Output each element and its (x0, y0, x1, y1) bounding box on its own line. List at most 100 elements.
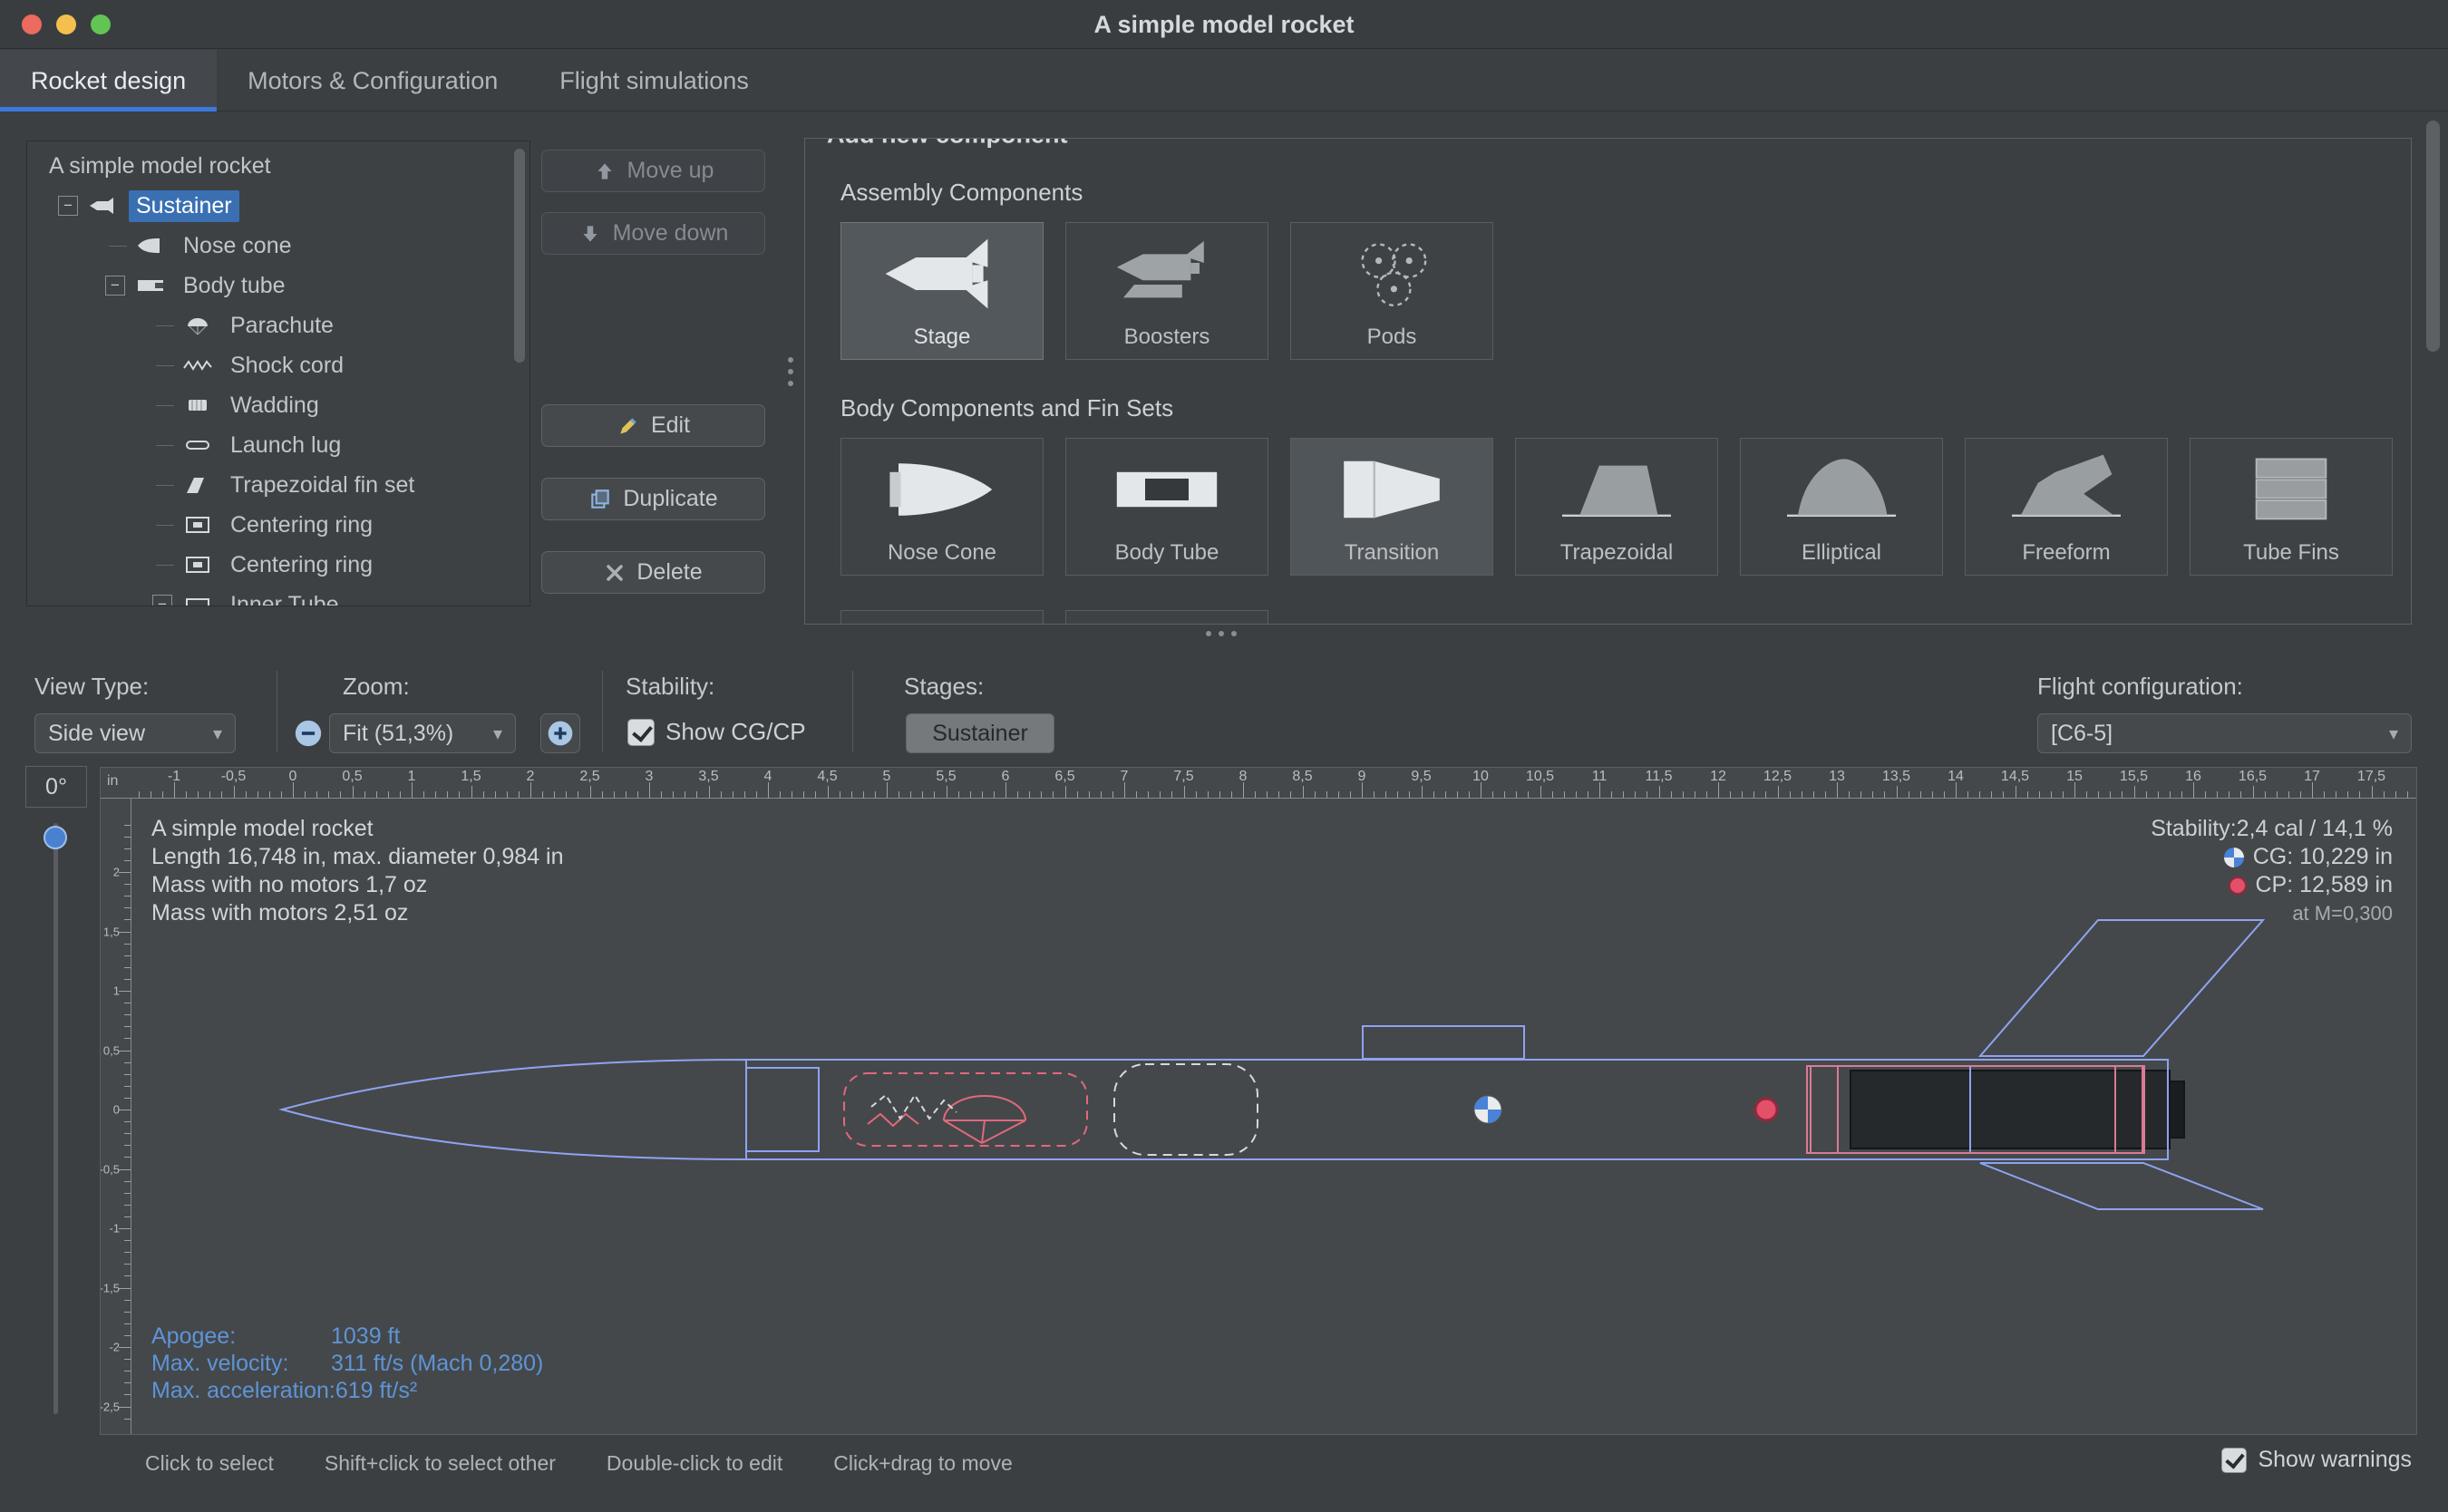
flight-info: Apogee: 1039 ft Max. velocity: 311 ft/s … (151, 1323, 543, 1404)
view-type-value: Side view (48, 721, 145, 747)
move-up-button[interactable]: Move up (541, 150, 765, 192)
tree-scrollbar[interactable] (514, 145, 527, 598)
add-tube-fins-button[interactable]: Tube Fins (2190, 438, 2393, 576)
rotation-slider[interactable] (53, 823, 58, 1414)
centeringring-icon (180, 514, 216, 536)
tree-item-sustainer[interactable]: −Sustainer (27, 186, 529, 226)
tree-item-inner-tube[interactable]: −Inner Tube (27, 585, 529, 606)
duplicate-label: Duplicate (623, 486, 717, 512)
stages-label: Stages: (904, 673, 984, 701)
tree-connector (156, 405, 174, 406)
add-component-button-clipped[interactable] (1065, 610, 1268, 625)
tree-item-trapezoidal-fin-set[interactable]: Trapezoidal fin set (27, 465, 529, 505)
zoom-select[interactable]: Fit (51,3%) ▾ (329, 713, 516, 753)
expander-icon[interactable]: − (105, 276, 125, 296)
delete-button[interactable]: Delete (541, 551, 765, 594)
show-cgcp-checkbox[interactable]: Show CG/CP (627, 718, 806, 746)
zoom-label: Zoom: (343, 673, 410, 701)
launchlug-icon (180, 434, 216, 456)
motor-shape (1851, 1071, 2170, 1149)
panel-scrollbar-thumb[interactable] (2426, 121, 2440, 352)
view-type-label: View Type: (34, 673, 149, 701)
tree-item-shock-cord[interactable]: Shock cord (27, 345, 529, 385)
splitter-handle-horizontal[interactable] (1206, 631, 1237, 636)
window-title: A simple model rocket (0, 0, 2448, 49)
component-button-label: Stage (914, 325, 971, 350)
splitter-handle-vertical[interactable] (788, 357, 793, 386)
add-component-panel: Add new component Assembly ComponentsSta… (804, 138, 2412, 625)
checkbox-checked-icon (2221, 1448, 2247, 1473)
rotation-slider-thumb[interactable] (44, 826, 67, 849)
status-hint: Click+drag to move (833, 1451, 1013, 1476)
add-body-tube-button[interactable]: Body Tube (1065, 438, 1268, 576)
add-elliptical-button[interactable]: Elliptical (1740, 438, 1943, 576)
tree-item-label: Launch lug (223, 430, 348, 461)
tree-item-wadding[interactable]: Wadding (27, 385, 529, 425)
tree-item-parachute[interactable]: Parachute (27, 305, 529, 345)
add-boosters-button[interactable]: Boosters (1065, 222, 1268, 360)
shockcord-icon (180, 354, 216, 376)
apogee-value: 1039 ft (331, 1323, 400, 1350)
tab-rocket-design[interactable]: Rocket design (0, 50, 217, 111)
tree-item-label: A simple model rocket (42, 150, 278, 182)
toolbar-separator (852, 671, 853, 752)
duplicate-button[interactable]: Duplicate (541, 478, 765, 520)
tree-item-label: Shock cord (223, 350, 351, 382)
bodytube-icon (132, 275, 169, 296)
centering-ring-outline (1811, 1066, 1838, 1153)
edit-button[interactable]: Edit (541, 404, 765, 447)
tree-item-label: Centering ring (223, 549, 380, 581)
zoom-in-button[interactable] (540, 713, 580, 753)
parachute-outline (844, 1073, 1087, 1146)
tree-item-body-tube[interactable]: −Body tube (27, 266, 529, 305)
pencil-icon (617, 414, 640, 438)
stability-label: Stability: (626, 673, 714, 701)
expander-icon[interactable]: − (152, 595, 172, 606)
add-freeform-button[interactable]: Freeform (1965, 438, 2168, 576)
zoom-out-button[interactable] (292, 718, 325, 751)
chevron-down-icon: ▾ (493, 722, 502, 745)
tree-item-launch-lug[interactable]: Launch lug (27, 425, 529, 465)
view-type-select[interactable]: Side view ▾ (34, 713, 236, 753)
tree-scrollbar-thumb[interactable] (514, 149, 525, 363)
tree-item-nose-cone[interactable]: Nose cone (27, 226, 529, 266)
component-button-row: Nose Cone Body Tube TransitionTrapezoidalE… (840, 438, 2411, 576)
add-trapezoidal-button[interactable]: Trapezoidal (1515, 438, 1718, 576)
finset-icon (180, 474, 216, 496)
tree-item-a-simple-model-rocket[interactable]: A simple model rocket (27, 146, 529, 186)
nose-shoulder-outline (746, 1068, 819, 1151)
flight-config-select[interactable]: [C6-5] ▾ (2037, 713, 2412, 753)
tab-flight-simulations[interactable]: Flight simulations (529, 50, 780, 111)
stage-sustainer-toggle[interactable]: Sustainer (906, 713, 1054, 753)
delete-label: Delete (636, 559, 702, 586)
tree-item-centering-ring[interactable]: Centering ring (27, 545, 529, 585)
parachute-canopy (944, 1096, 1025, 1120)
fin-elliptical-icon (1773, 439, 1909, 540)
component-button-label: Body Tube (1115, 540, 1219, 566)
expander-icon[interactable]: − (58, 196, 78, 216)
plus-circle-icon (546, 719, 575, 748)
velocity-label: Max. velocity: (151, 1350, 331, 1377)
chevron-down-icon: ▾ (213, 722, 222, 745)
acceleration-label: Max. acceleration: (151, 1377, 335, 1404)
toolbar-separator (602, 671, 603, 752)
apogee-label: Apogee: (151, 1323, 331, 1350)
panel-scrollbar[interactable] (2426, 116, 2443, 625)
parachute-icon (180, 315, 216, 336)
add-nose-cone-button[interactable]: Nose Cone (840, 438, 1044, 576)
rocket-canvas[interactable]: in -1-0,500,511,522,533,544,555,566,577,… (100, 767, 2417, 1435)
tree-item-centering-ring[interactable]: Centering ring (27, 505, 529, 545)
add-transition-button[interactable]: Transition (1290, 438, 1493, 576)
minus-circle-icon (293, 718, 324, 749)
move-down-button[interactable]: Move down (541, 212, 765, 255)
add-stage-button[interactable]: Stage (840, 222, 1044, 360)
tab-motors-configuration[interactable]: Motors & Configuration (217, 50, 529, 111)
show-warnings-checkbox[interactable]: Show warnings (2221, 1447, 2412, 1473)
status-hint: Click to select (145, 1451, 274, 1476)
arrow-up-icon (593, 160, 617, 183)
move-up-label: Move up (627, 158, 714, 184)
add-component-button-clipped[interactable] (840, 610, 1044, 625)
component-button-row (840, 610, 2411, 625)
show-warnings-label: Show warnings (2258, 1447, 2412, 1473)
add-pods-button[interactable]: Pods (1290, 222, 1493, 360)
